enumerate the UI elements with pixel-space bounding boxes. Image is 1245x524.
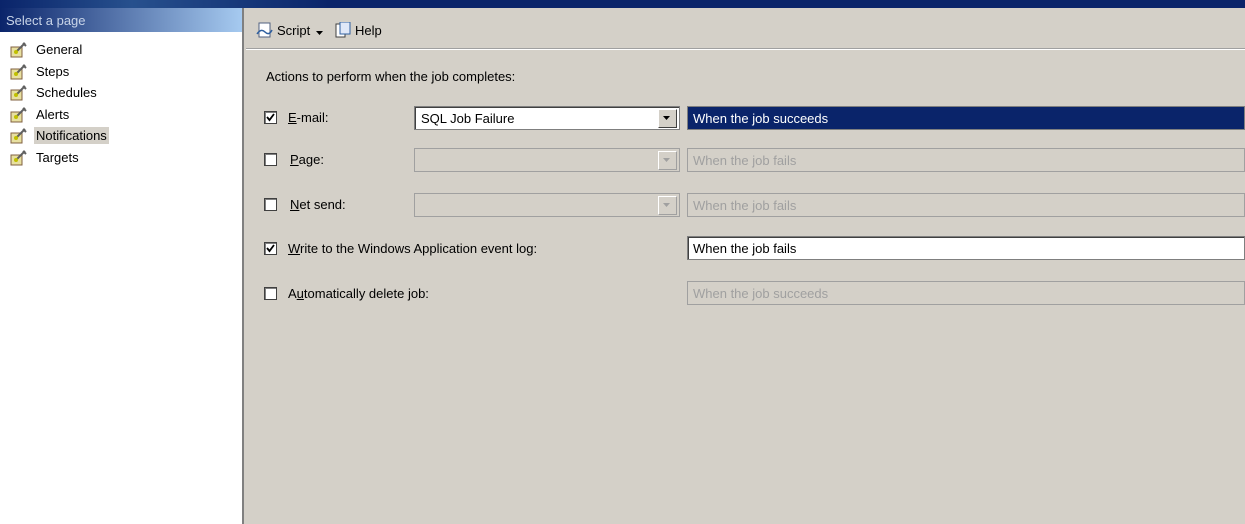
chevron-down-icon[interactable]	[658, 151, 677, 170]
help-icon	[334, 21, 352, 38]
net-send-label: Net send:	[290, 197, 346, 212]
event-log-label: Write to the Windows Application event l…	[288, 241, 538, 256]
nav-item-schedules[interactable]: Schedules	[10, 83, 99, 102]
delete-job-condition-value: When the job succeeds	[693, 286, 829, 301]
wrench-page-icon	[10, 63, 28, 80]
nav-item-label: Schedules	[36, 85, 97, 100]
select-page-header-label: Select a page	[6, 13, 86, 28]
page-label: Page:	[290, 152, 324, 167]
page-condition-value: When the job fails	[693, 153, 797, 168]
email-operator-select[interactable]: SQL Job Failure	[414, 106, 680, 130]
delete-job-label: Automatically delete job:	[288, 286, 429, 301]
email-condition-select[interactable]: When the job succeeds	[687, 106, 1245, 130]
net-send-condition-select[interactable]: When the job fails	[687, 193, 1245, 217]
wrench-page-icon	[10, 127, 28, 144]
delete-job-checkbox[interactable]	[264, 287, 277, 300]
script-icon	[256, 22, 274, 38]
nav-item-label: Alerts	[36, 107, 70, 122]
checkmark-icon	[266, 113, 275, 122]
email-operator-value: SQL Job Failure	[421, 111, 515, 126]
nav-item-targets[interactable]: Targets	[10, 148, 81, 167]
window-title-bar	[0, 0, 1245, 8]
email-label: E-mail:	[288, 110, 329, 125]
wrench-page-icon	[10, 41, 28, 58]
nav-item-label: General	[36, 42, 83, 57]
nav-item-alerts[interactable]: Alerts	[10, 105, 71, 124]
select-page-pane: Select a page General Steps Schedules Al…	[0, 8, 244, 524]
section-heading: Actions to perform when the job complete…	[266, 69, 516, 84]
nav-item-label: Notifications	[34, 127, 109, 144]
net-send-checkbox[interactable]	[264, 198, 277, 211]
page-operator-select[interactable]	[414, 148, 680, 172]
toolbar: Script Help	[246, 10, 1245, 48]
email-condition-value: When the job succeeds	[693, 111, 829, 126]
chevron-down-icon	[316, 23, 324, 38]
nav-item-general[interactable]: General	[10, 40, 84, 59]
event-log-checkbox[interactable]	[264, 242, 277, 255]
delete-job-condition-select[interactable]: When the job succeeds	[687, 281, 1245, 305]
wrench-page-icon	[10, 149, 28, 166]
toolbar-divider	[246, 48, 1245, 50]
event-log-condition-value: When the job fails	[693, 241, 797, 256]
script-button-label: Script	[277, 22, 311, 38]
net-send-operator-select[interactable]	[414, 193, 680, 217]
event-log-condition-select[interactable]: When the job fails	[687, 236, 1245, 260]
chevron-down-icon[interactable]	[658, 196, 677, 215]
nav-item-notifications[interactable]: Notifications	[10, 126, 109, 145]
wrench-page-icon	[10, 84, 28, 101]
chevron-down-icon[interactable]	[658, 109, 677, 128]
help-button[interactable]: Help	[334, 21, 382, 38]
page-checkbox[interactable]	[264, 153, 277, 166]
wrench-page-icon	[10, 106, 28, 123]
select-page-header: Select a page	[0, 8, 242, 32]
checkmark-icon	[266, 244, 275, 253]
nav-item-steps[interactable]: Steps	[10, 62, 71, 81]
nav-item-label: Targets	[36, 150, 79, 165]
email-checkbox[interactable]	[264, 111, 277, 124]
net-send-condition-value: When the job fails	[693, 198, 797, 213]
script-button[interactable]: Script	[256, 22, 324, 38]
page-condition-select[interactable]: When the job fails	[687, 148, 1245, 172]
nav-item-label: Steps	[36, 64, 70, 79]
help-button-label: Help	[355, 22, 382, 38]
